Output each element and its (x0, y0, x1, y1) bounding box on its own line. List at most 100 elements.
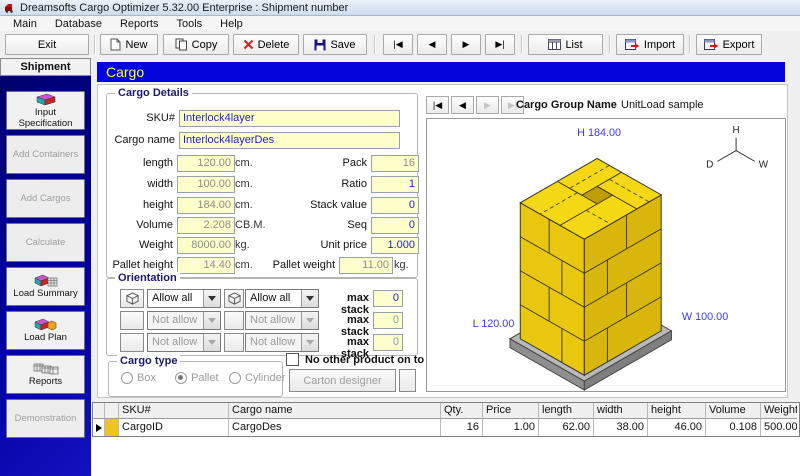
orientation-combo-1-right[interactable]: Allow all (245, 289, 319, 308)
orientation-combo-2-right[interactable]: Not allow (245, 311, 319, 330)
carton-designer-button[interactable]: Carton designer (289, 369, 396, 392)
ratio-input[interactable]: 1 (371, 176, 419, 193)
nav-last-icon: ▶| (495, 39, 504, 50)
weight-input[interactable]: 8000.00 (177, 237, 235, 254)
nav-last-button[interactable]: ▶| (485, 34, 515, 55)
radio-cylinder[interactable]: Cylinder (229, 372, 285, 384)
max-stack-input-2[interactable]: 0 (373, 312, 403, 329)
radio-label: Box (137, 372, 156, 384)
save-button[interactable]: Save (303, 34, 367, 55)
ratio-label: Ratio (259, 178, 367, 190)
chevron-down-icon[interactable] (301, 290, 318, 307)
cell-length[interactable]: 62.00 (539, 419, 594, 436)
delete-button[interactable]: Delete (233, 34, 299, 55)
seq-input[interactable]: 0 (371, 217, 419, 234)
export-button[interactable]: Export (696, 34, 762, 55)
orientation-group: Orientation Allow all Allow all max stac… (106, 278, 418, 356)
nav-prev-button[interactable]: ◀ (417, 34, 447, 55)
sidebar-header: Shipment (0, 58, 91, 76)
orientation-combo-1-left[interactable]: Allow all (147, 289, 221, 308)
sidebar-button-add-cargos[interactable]: Add Cargos (6, 179, 85, 218)
chevron-down-icon[interactable] (301, 312, 318, 329)
group-nav-next-button[interactable]: ▶ (476, 96, 499, 114)
grid-row[interactable]: CargoID CargoDes 16 1.00 62.00 38.00 46.… (93, 419, 799, 436)
chevron-down-icon[interactable] (301, 334, 318, 351)
max-stack-input-3[interactable]: 0 (373, 334, 403, 351)
sidebar-label: Load Summary (13, 288, 77, 299)
menu-tools[interactable]: Tools (167, 18, 211, 30)
nav-next-button[interactable]: ▶ (451, 34, 481, 55)
orientation-combo-3-left[interactable]: Not allow (147, 333, 221, 352)
radio-pallet[interactable]: Pallet (175, 372, 219, 384)
new-button[interactable]: New (100, 34, 158, 55)
orientation-blank-button-3[interactable] (120, 333, 144, 352)
sidebar-button-input-specification[interactable]: Input Specification (6, 91, 85, 130)
chevron-down-icon[interactable] (203, 334, 220, 351)
height-label: height (107, 199, 173, 211)
cargo-details-group: Cargo Details SKU# Interlock4layer Cargo… (106, 93, 418, 278)
cell-volume[interactable]: 0.108 (706, 419, 761, 436)
orientation-cube-button-2[interactable] (224, 289, 244, 308)
sidebar-button-add-containers[interactable]: Add Containers (6, 135, 85, 174)
exit-button[interactable]: Exit (5, 34, 89, 55)
menu-main[interactable]: Main (4, 18, 46, 30)
menu-reports[interactable]: Reports (111, 18, 168, 30)
volume-input[interactable]: 2.208 (177, 217, 235, 234)
height-input[interactable]: 184.00 (177, 197, 235, 214)
list-button[interactable]: List (528, 34, 603, 55)
sku-input[interactable]: Interlock4layer (179, 110, 400, 127)
orientation-cube-button-1[interactable] (120, 289, 144, 308)
max-stack-input-1[interactable]: 0 (373, 290, 403, 307)
group-nav-prev-button[interactable]: ◀ (451, 96, 474, 114)
dim-l-label: L 120.00 (473, 318, 515, 330)
stack-value-input[interactable]: 0 (371, 197, 419, 214)
radio-box[interactable]: Box (121, 372, 156, 384)
load-summary-icon (34, 274, 58, 287)
sidebar-button-load-plan[interactable]: Load Plan (6, 311, 85, 350)
orientation-blank-button-4[interactable] (224, 333, 244, 352)
pallet-height-input[interactable]: 14.40 (177, 257, 235, 274)
pallet-height-label: Pallet height (107, 259, 173, 271)
delete-label: Delete (258, 39, 290, 51)
orientation-combo-2-left[interactable]: Not allow (147, 311, 221, 330)
cell-height[interactable]: 46.00 (648, 419, 706, 436)
menu-database[interactable]: Database (46, 18, 111, 30)
group-nav-first-button[interactable]: |◀ (426, 96, 449, 114)
pack-input[interactable]: 16 (371, 155, 419, 172)
width-input[interactable]: 100.00 (177, 176, 235, 193)
cell-price[interactable]: 1.00 (483, 419, 539, 436)
orientation-combo-3-right[interactable]: Not allow (245, 333, 319, 352)
orientation-blank-button-1[interactable] (120, 311, 144, 330)
exit-label: Exit (38, 39, 56, 51)
nav-prev-icon: ◀ (429, 39, 436, 50)
combo-value: Allow all (250, 292, 290, 304)
import-button[interactable]: Import (616, 34, 684, 55)
copy-button[interactable]: Copy (163, 34, 229, 55)
radio-label: Cylinder (245, 372, 285, 384)
weight-label: Weight (107, 239, 173, 251)
unit-price-input[interactable]: 1.000 (371, 237, 419, 254)
cargo-box-icon (34, 93, 58, 106)
orientation-blank-button-2[interactable] (224, 311, 244, 330)
cell-weight[interactable]: 500.00 (761, 419, 797, 436)
cell-width[interactable]: 38.00 (594, 419, 648, 436)
no-other-product-checkbox[interactable]: No other product on to (286, 353, 424, 366)
nav-first-button[interactable]: |◀ (383, 34, 413, 55)
sidebar-button-calculate[interactable]: Calculate (6, 223, 85, 262)
pallet-weight-input[interactable]: 11.00 (339, 257, 393, 274)
length-unit: cm. (235, 157, 253, 169)
cell-cargo-name[interactable]: CargoDes (229, 419, 441, 436)
cell-qty[interactable]: 16 (441, 419, 483, 436)
length-input[interactable]: 120.00 (177, 155, 235, 172)
carton-designer-extra-button[interactable] (399, 369, 416, 392)
cell-sku[interactable]: CargoID (119, 419, 229, 436)
cargo-name-input[interactable]: Interlock4layerDes (179, 132, 400, 149)
chevron-down-icon[interactable] (203, 312, 220, 329)
menu-help[interactable]: Help (211, 18, 252, 30)
sidebar-button-reports[interactable]: Reports (6, 355, 85, 394)
sidebar-button-load-summary[interactable]: Load Summary (6, 267, 85, 306)
checkbox-label: No other product on to (305, 354, 424, 366)
sidebar-label: Load Plan (24, 332, 67, 343)
chevron-down-icon[interactable] (203, 290, 220, 307)
sidebar-button-demonstration[interactable]: Demonstration (6, 399, 85, 438)
